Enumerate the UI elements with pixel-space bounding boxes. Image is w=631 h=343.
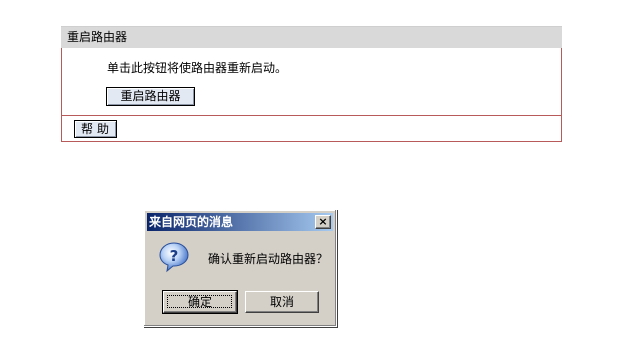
svg-text:?: ? [170, 247, 179, 265]
confirm-dialog: 来自网页的消息 × ? 确认重新启动路由器？ 确定 取消 [143, 209, 337, 327]
help-button[interactable]: 帮助 [74, 120, 117, 138]
cancel-button[interactable]: 取消 [245, 291, 319, 313]
page: 重启路由器 单击此按钮将使路由器重新启动。 重启路由器 帮助 来自网页的消息 ×… [0, 0, 631, 343]
dialog-title: 来自网页的消息 [149, 215, 234, 229]
reboot-router-button[interactable]: 重启路由器 [106, 87, 195, 106]
reboot-description: 单击此按钮将使路由器重新启动。 [107, 61, 288, 75]
ok-button-label: 确定 [187, 295, 212, 309]
dialog-titlebar: 来自网页的消息 × [147, 213, 333, 231]
dialog-message: 确认重新启动路由器？ [208, 252, 329, 266]
ok-button[interactable]: 确定 [162, 290, 238, 314]
panel-title: 重启路由器 [61, 26, 562, 48]
question-icon: ? [159, 242, 189, 273]
panel-footer [61, 116, 562, 142]
close-icon[interactable]: × [315, 215, 331, 229]
